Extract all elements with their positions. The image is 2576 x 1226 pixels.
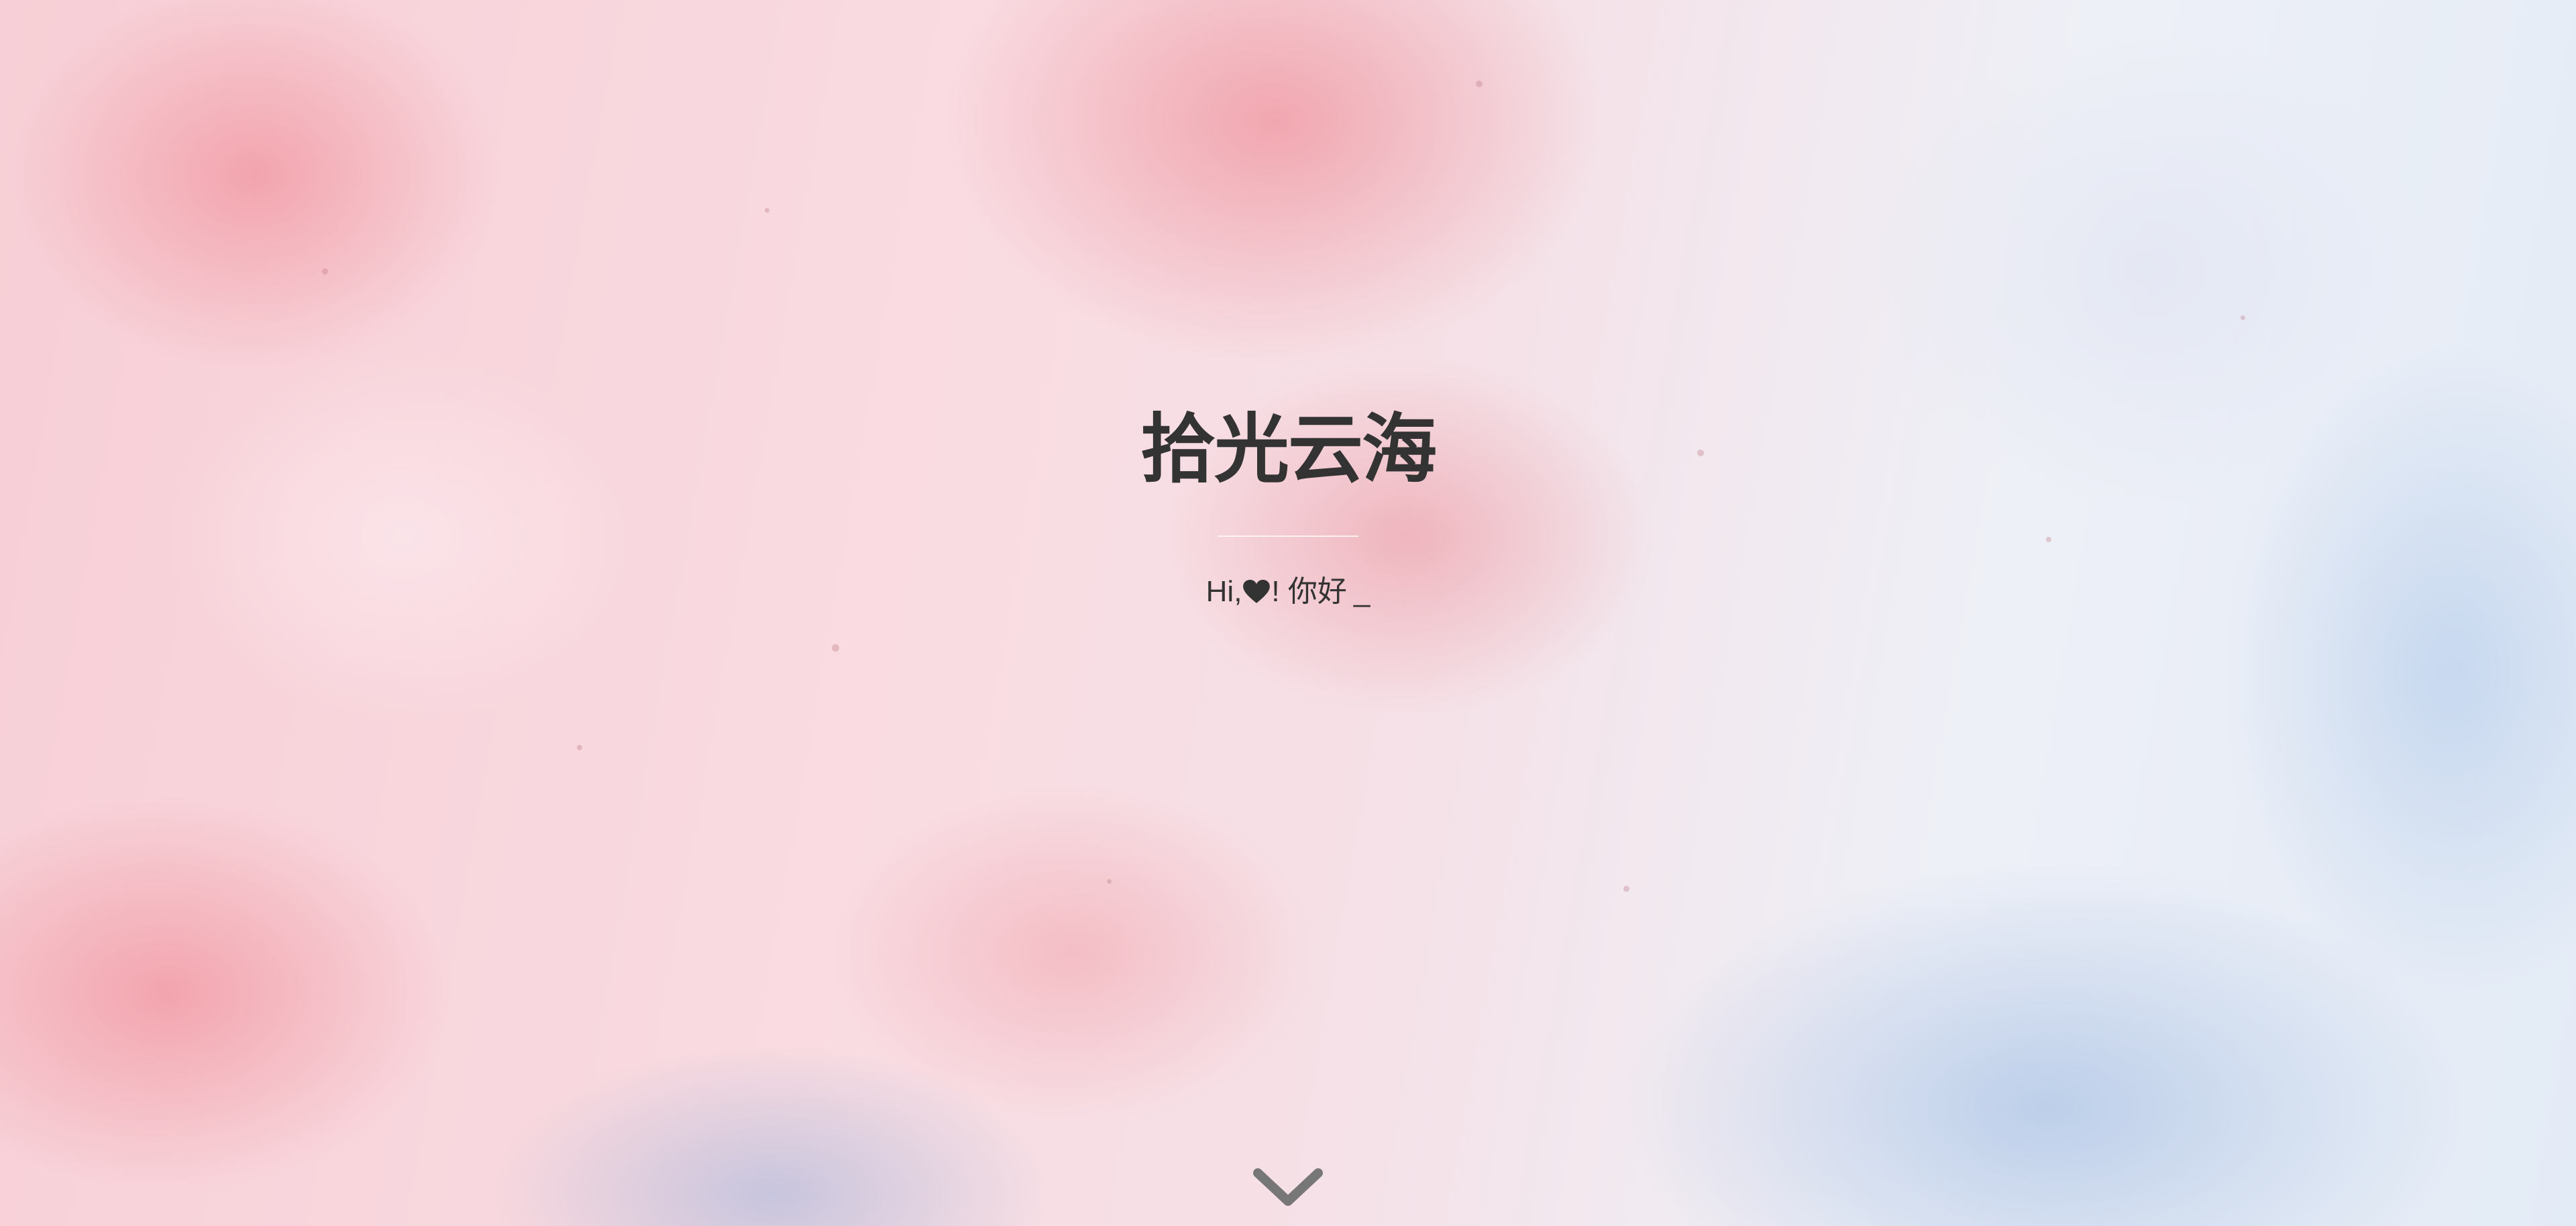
speck bbox=[577, 745, 582, 750]
site-title: 拾光云海 bbox=[1140, 406, 1437, 493]
speck bbox=[322, 268, 328, 274]
greeting-prefix: Hi, bbox=[1205, 575, 1242, 608]
subtitle: Hi, ! 你好 _ bbox=[0, 572, 2576, 612]
typing-cursor: _ bbox=[1353, 575, 1371, 608]
speck bbox=[765, 208, 769, 213]
background-watercolor bbox=[0, 0, 2576, 1226]
hero-section: 拾光云海 Hi, ! 你好 _ bbox=[0, 403, 2576, 612]
speck bbox=[2241, 315, 2245, 320]
speck bbox=[1476, 81, 1483, 87]
greeting-suffix: ! 你好 bbox=[1271, 575, 1347, 608]
title-divider bbox=[1218, 535, 1358, 537]
speck bbox=[1623, 886, 1629, 892]
speck bbox=[832, 644, 839, 652]
scroll-down-button[interactable] bbox=[1251, 1166, 1325, 1209]
speck bbox=[1107, 879, 1112, 884]
chevron-down-icon bbox=[1253, 1168, 1323, 1206]
heart-icon bbox=[1243, 580, 1271, 603]
